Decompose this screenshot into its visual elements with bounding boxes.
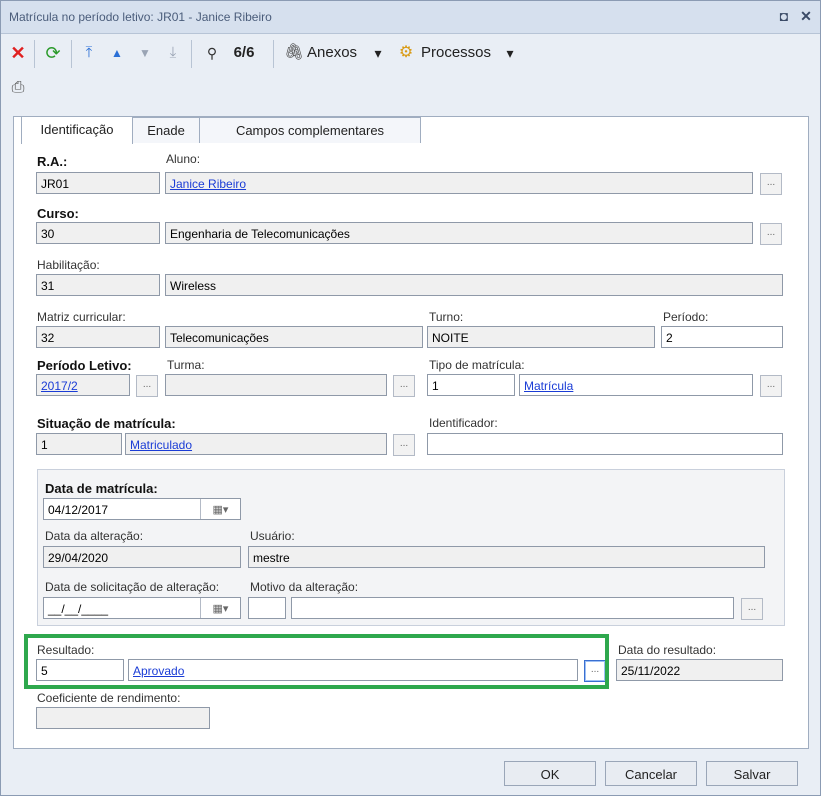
binoculars-icon[interactable]: ⚲ xyxy=(199,42,225,64)
coeficiente-field[interactable] xyxy=(36,707,210,729)
save-button[interactable]: Salvar xyxy=(706,761,798,786)
data-matricula-field[interactable]: 04/12/2017 ▦▾ xyxy=(43,498,241,520)
window-title: Matrícula no período letivo: JR01 - Jani… xyxy=(9,10,272,24)
anexos-button[interactable]: Anexos xyxy=(307,42,365,64)
paperclip-icon[interactable]: 🖇 xyxy=(284,42,304,64)
aluno-field[interactable]: Janice Ribeiro xyxy=(165,172,753,194)
situacao-code-field[interactable]: 1 xyxy=(36,433,122,455)
data-alteracao-field[interactable]: 29/04/2020 xyxy=(43,546,241,568)
anexos-dropdown-icon[interactable]: ▾ xyxy=(371,42,385,64)
data-resultado-field[interactable]: 25/11/2022 xyxy=(616,659,783,681)
situacao-link[interactable]: Matriculado xyxy=(130,438,192,452)
matriz-name-field[interactable]: Telecomunicações xyxy=(165,326,423,348)
tab-campos-complementares[interactable]: Campos complementares xyxy=(199,117,421,143)
dialog-window: Matrícula no período letivo: JR01 - Jani… xyxy=(0,0,821,796)
turno-field[interactable]: NOITE xyxy=(427,326,655,348)
secondary-toolbar: ⎙ xyxy=(1,75,820,105)
curso-label: Curso: xyxy=(37,206,79,221)
identificador-label: Identificador: xyxy=(429,416,498,430)
situacao-lookup-button[interactable]: ... xyxy=(393,434,415,456)
tipo-matricula-label: Tipo de matrícula: xyxy=(429,358,525,372)
data-matricula-label: Data de matrícula: xyxy=(45,481,158,496)
data-alteracao-label: Data da alteração: xyxy=(45,529,144,543)
close-icon[interactable]: ✕ xyxy=(797,7,815,25)
periodo-label: Período: xyxy=(663,310,709,324)
aluno-lookup-button[interactable]: ... xyxy=(760,173,782,195)
ra-label: R.A.: xyxy=(37,154,68,169)
aluno-label: Aluno: xyxy=(166,152,201,166)
processos-dropdown-icon[interactable]: ▾ xyxy=(503,42,517,64)
delete-icon[interactable]: ✕ xyxy=(9,42,27,64)
turma-label: Turma: xyxy=(167,358,205,372)
turma-field[interactable] xyxy=(165,374,387,396)
first-record-icon[interactable]: ⤒ xyxy=(79,42,99,64)
data-solicitacao-value: __/__/____ xyxy=(48,602,109,616)
tipo-matricula-lookup-button[interactable]: ... xyxy=(760,375,782,397)
tipo-matricula-code-field[interactable]: 1 xyxy=(427,374,515,396)
identificador-field[interactable] xyxy=(427,433,783,455)
tab-identificacao[interactable]: Identificação xyxy=(21,116,133,144)
tipo-matricula-link[interactable]: Matrícula xyxy=(524,379,573,393)
matriz-label: Matriz curricular: xyxy=(37,310,126,324)
periodo-field[interactable]: 2 xyxy=(661,326,783,348)
periodo-letivo-lookup-button[interactable]: ... xyxy=(136,375,158,397)
next-record-icon[interactable]: ▼ xyxy=(135,42,155,64)
motivo-lookup-button[interactable]: ... xyxy=(741,598,763,620)
calendar-dropdown-icon[interactable]: ▦▾ xyxy=(200,499,240,519)
record-counter: 6/6 xyxy=(233,44,255,61)
matriz-code-field[interactable]: 32 xyxy=(36,326,160,348)
resultado-highlight-box xyxy=(24,634,609,689)
usuario-label: Usuário: xyxy=(250,529,295,543)
last-record-icon[interactable]: ⤓ xyxy=(163,42,183,64)
gears-icon[interactable]: ⚙ xyxy=(396,42,416,64)
refresh-icon[interactable]: ⟳ xyxy=(43,42,63,64)
aluno-link[interactable]: Janice Ribeiro xyxy=(170,177,246,191)
print-icon[interactable]: ⎙ xyxy=(7,77,29,99)
cancel-button[interactable]: Cancelar xyxy=(605,761,697,786)
turno-label: Turno: xyxy=(429,310,464,324)
data-resultado-label: Data do resultado: xyxy=(618,643,717,657)
data-solicitacao-field[interactable]: __/__/____ ▦▾ xyxy=(43,597,241,619)
calendar-dropdown-icon[interactable]: ▦▾ xyxy=(200,598,240,618)
data-matricula-value: 04/12/2017 xyxy=(48,503,109,517)
usuario-field[interactable]: mestre xyxy=(248,546,765,568)
processos-button[interactable]: Processos xyxy=(421,42,501,64)
ok-button[interactable]: OK xyxy=(504,761,596,786)
data-solicitacao-label: Data de solicitação de alteração: xyxy=(45,580,220,594)
tipo-matricula-name-field[interactable]: Matrícula xyxy=(519,374,753,396)
periodo-letivo-link[interactable]: 2017/2 xyxy=(41,379,78,393)
toolbar: ✕ ⟳ ⤒ ▲ ▼ ⤓ ⚲ 6/6 🖇 Anexos ▾ ⚙ Processos… xyxy=(1,34,820,74)
curso-name-field[interactable]: Engenharia de Telecomunicações xyxy=(165,222,753,244)
periodo-letivo-label: Período Letivo: xyxy=(37,358,132,373)
curso-code-field[interactable]: 30 xyxy=(36,222,160,244)
motivo-label: Motivo da alteração: xyxy=(250,580,359,594)
habilitacao-code-field[interactable]: 31 xyxy=(36,274,160,296)
previous-record-icon[interactable]: ▲ xyxy=(107,42,127,64)
habilitacao-name-field[interactable]: Wireless xyxy=(165,274,783,296)
ra-field[interactable]: JR01 xyxy=(36,172,160,194)
tab-enade[interactable]: Enade xyxy=(131,117,201,143)
habilitacao-label: Habilitação: xyxy=(37,258,100,272)
periodo-letivo-field[interactable]: 2017/2 xyxy=(36,374,130,396)
situacao-label: Situação de matrícula: xyxy=(37,416,176,431)
restore-icon[interactable]: ◘ xyxy=(775,7,793,25)
situacao-name-field[interactable]: Matriculado xyxy=(125,433,387,455)
motivo-field[interactable] xyxy=(291,597,734,619)
title-bar: Matrícula no período letivo: JR01 - Jani… xyxy=(1,1,820,34)
turma-lookup-button[interactable]: ... xyxy=(393,375,415,397)
motivo-code-field[interactable] xyxy=(248,597,286,619)
coeficiente-label: Coeficiente de rendimento: xyxy=(37,691,181,705)
curso-lookup-button[interactable]: ... xyxy=(760,223,782,245)
